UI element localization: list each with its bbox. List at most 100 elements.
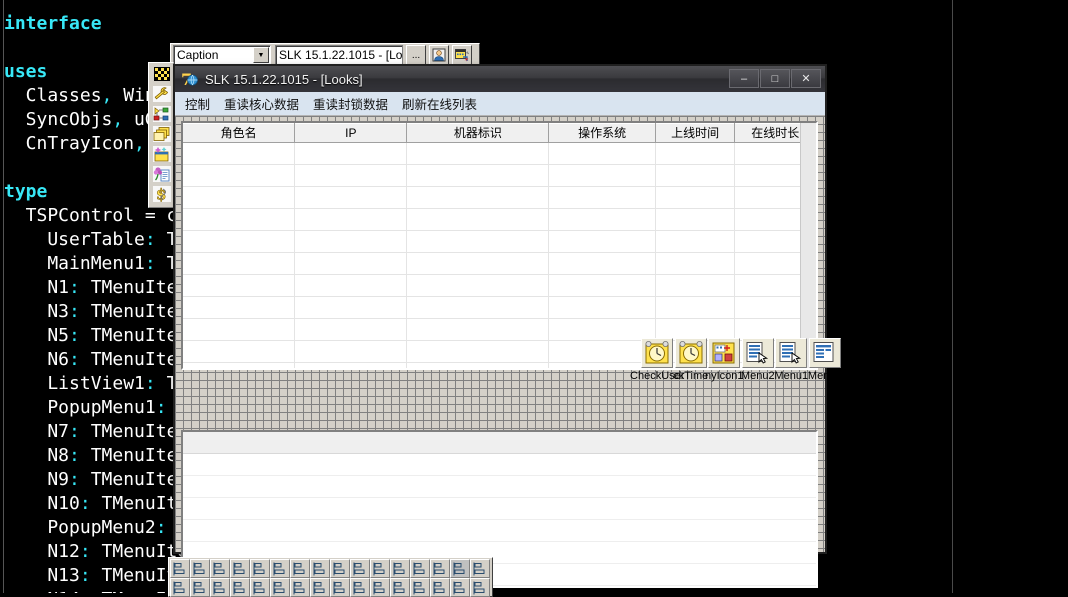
minimize-button[interactable]: – <box>729 69 759 88</box>
align-button-tabulate-all[interactable] <box>210 578 230 597</box>
lower-panel-row <box>183 476 816 498</box>
nonvisual-component[interactable]: CheckUser <box>630 338 684 390</box>
nonvisual-component[interactable]: ckTime <box>673 338 708 390</box>
table-cell <box>549 253 656 274</box>
align-button-distribute-top[interactable] <box>310 578 330 597</box>
code-text: PopupMenu1 <box>4 397 156 418</box>
palette-item-dollar-script[interactable]: $ <box>150 184 174 204</box>
code-text: N14 <box>4 589 80 593</box>
table-cell <box>407 143 550 164</box>
code-punct: : <box>79 565 91 586</box>
code-text: N6 <box>4 349 70 370</box>
ellipsis-button[interactable]: ... <box>406 45 426 65</box>
palette-item-flower-document[interactable] <box>150 164 174 184</box>
nonvisual-component[interactable]: Menu2 <box>741 338 775 390</box>
palette-item-stacked-windows[interactable] <box>150 124 174 144</box>
nonvisual-component[interactable]: Menu1 <box>808 338 842 390</box>
user-icon-button[interactable] <box>429 45 449 65</box>
code-text: TMenuItem <box>79 445 189 466</box>
table-row[interactable] <box>183 209 816 231</box>
maximize-button[interactable]: □ <box>760 69 790 88</box>
table-cell <box>656 165 736 186</box>
user-table-listview[interactable]: 角色名 IP 机器标识 操作系统 上线时间 在线时长 <box>181 121 818 370</box>
slk-title-text: SLK 15.1.22.1015 - [Looks] <box>205 71 363 87</box>
code-text: CnTrayIcon <box>4 133 135 154</box>
table-cell <box>295 275 408 296</box>
nonvisual-component[interactable]: nyIcon1 <box>705 338 744 390</box>
code-text: N1 <box>4 277 70 298</box>
table-row[interactable] <box>183 231 816 253</box>
table-row[interactable] <box>183 165 816 187</box>
align-button-grid-view[interactable] <box>450 559 470 578</box>
align-button-align-tops[interactable] <box>310 559 330 578</box>
listview-column-header[interactable]: IP <box>295 123 408 143</box>
code-text: TMenuItem <box>79 301 189 322</box>
align-button-shrink-width[interactable] <box>350 559 370 578</box>
code-text: MainMenu1 <box>4 253 145 274</box>
listview-column-header[interactable]: 操作系统 <box>549 123 656 143</box>
table-cell <box>183 253 296 274</box>
align-button-distribute-bottom[interactable] <box>350 578 370 597</box>
align-button-select-region[interactable] <box>470 559 490 578</box>
listview-column-header[interactable]: 上线时间 <box>655 123 736 143</box>
checkerboard-tool-icon <box>154 67 170 81</box>
palette-item-wrench[interactable] <box>150 84 174 104</box>
align-button-grid-snap[interactable] <box>230 578 250 597</box>
align-button-space-equally-h[interactable] <box>250 559 270 578</box>
align-button-align-grid2[interactable] <box>470 578 490 597</box>
popup-menu-icon <box>741 338 774 368</box>
align-button-send-to-back[interactable] <box>410 578 430 597</box>
nonvisual-component[interactable]: Menu1 <box>774 338 808 390</box>
property-value-input[interactable]: SLK 15.1.22.1015 - [Looks] <box>275 45 403 65</box>
listview-column-header[interactable]: 机器标识 <box>407 123 550 143</box>
menu-item-3[interactable]: 刷新在线列表 <box>402 94 477 113</box>
listview-vertical-scrollbar[interactable] <box>800 123 816 368</box>
table-row[interactable] <box>183 253 816 275</box>
slk-form-window[interactable]: 7 SLK 15.1.22.1015 - [Looks] – □ ✕ 控制 重读核… <box>173 64 842 588</box>
align-button-tabulate-left[interactable] <box>170 578 190 597</box>
align-button-distribute-grid[interactable] <box>370 578 390 597</box>
align-button-align-bottoms[interactable] <box>330 559 350 578</box>
table-cell <box>183 209 296 230</box>
code-punct: : <box>144 253 156 274</box>
align-button-scale-box[interactable] <box>430 559 450 578</box>
palette-item-checkerboard[interactable] <box>150 64 174 84</box>
align-button-align-v-distribute[interactable] <box>230 559 250 578</box>
menu-item-0[interactable]: 控制 <box>185 94 210 113</box>
table-row[interactable] <box>183 187 816 209</box>
align-button-bring-to-front[interactable] <box>410 559 430 578</box>
code-text: N7 <box>4 421 70 442</box>
chevron-down-icon[interactable]: ▼ <box>253 47 269 63</box>
align-button-tabulate-mid[interactable] <box>190 578 210 597</box>
code-text: N8 <box>4 445 70 466</box>
table-row[interactable] <box>183 275 816 297</box>
align-button-expand-v[interactable] <box>270 578 290 597</box>
slk-form-canvas[interactable]: 角色名 IP 机器标识 操作系统 上线时间 在线时长 CheckUser ckTime <box>175 116 842 588</box>
align-button-align-h-center[interactable] <box>210 559 230 578</box>
menu-item-2[interactable]: 重读封锁数据 <box>313 94 388 113</box>
align-button-align-right-edges[interactable] <box>190 559 210 578</box>
align-button-stretch-v[interactable] <box>290 578 310 597</box>
align-button-tab-order[interactable] <box>390 578 410 597</box>
table-row[interactable] <box>183 297 816 319</box>
window-controls: – □ ✕ <box>728 69 821 88</box>
align-button-center-h-window[interactable] <box>290 559 310 578</box>
align-button-shrink-height[interactable] <box>370 559 390 578</box>
align-button-distribute-mid[interactable] <box>330 578 350 597</box>
slk-title-bar[interactable]: 7 SLK 15.1.22.1015 - [Looks] – □ ✕ <box>175 66 825 92</box>
palette-item-tree-node[interactable] <box>150 104 174 124</box>
align-button-copy-page[interactable] <box>450 578 470 597</box>
listview-column-header[interactable]: 角色名 <box>183 123 296 143</box>
align-button-align-left-edges[interactable] <box>170 559 190 578</box>
palette-item-sparkle-window[interactable] <box>150 144 174 164</box>
menu-item-1[interactable]: 重读核心数据 <box>224 94 299 113</box>
align-button-space-equally-v[interactable] <box>270 559 290 578</box>
property-name-combo[interactable]: Caption ▼ <box>173 45 271 65</box>
align-button-size-to-grid[interactable] <box>390 559 410 578</box>
close-button[interactable]: ✕ <box>791 69 821 88</box>
table-cell <box>656 297 736 318</box>
table-row[interactable] <box>183 143 816 165</box>
align-button-expand-h[interactable] <box>250 578 270 597</box>
align-button-lock-controls[interactable] <box>430 578 450 597</box>
calendar-star-button[interactable]: ✶ <box>452 45 472 65</box>
